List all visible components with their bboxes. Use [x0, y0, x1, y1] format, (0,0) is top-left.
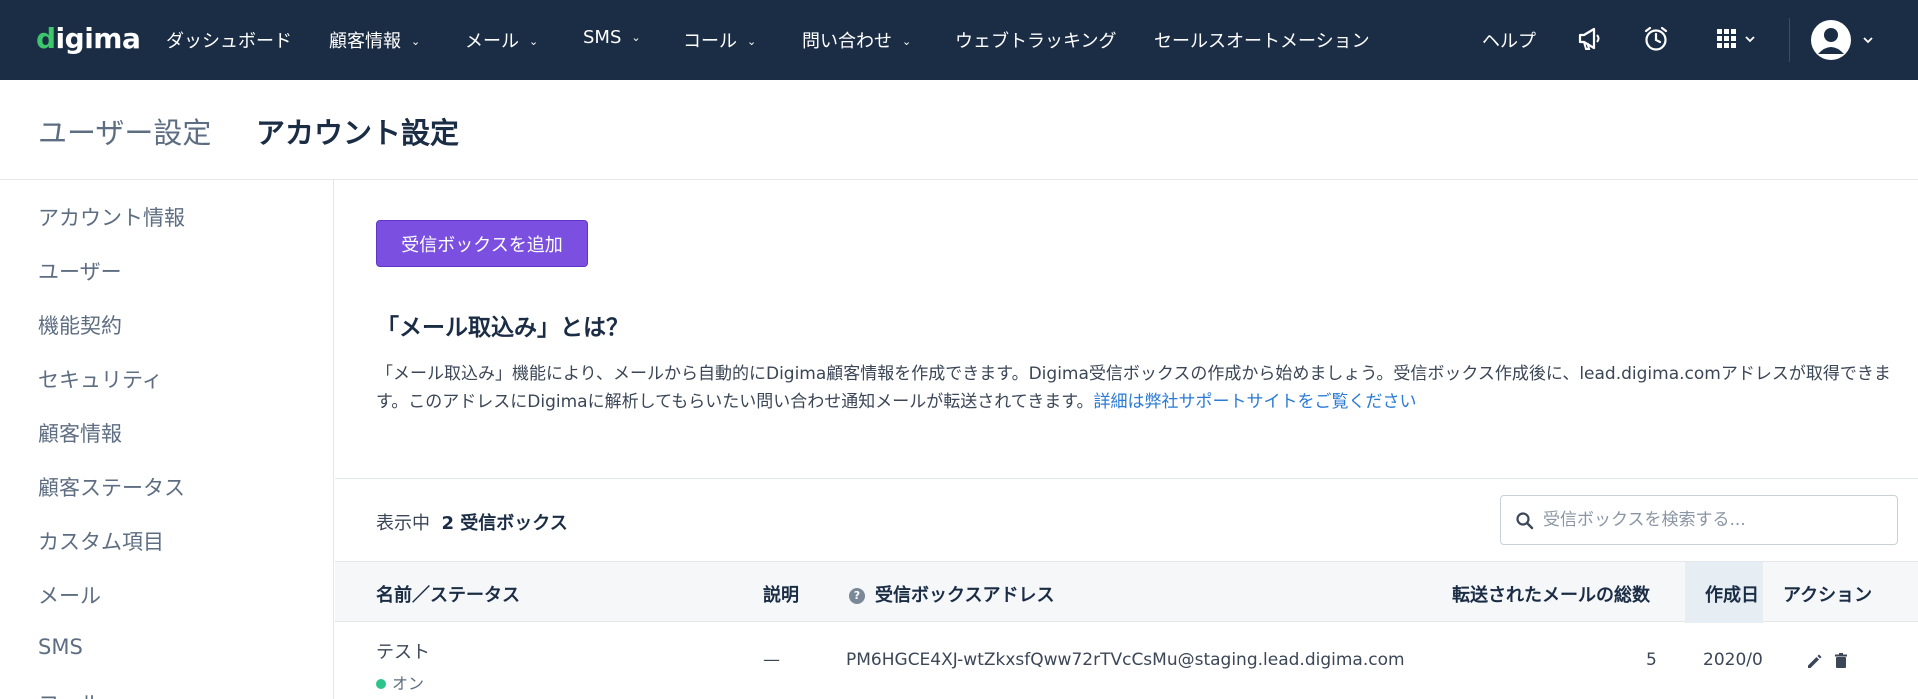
tab-account-settings[interactable]: アカウント設定: [256, 110, 459, 152]
sidebar-item-security[interactable]: セキュリティ: [38, 364, 163, 394]
megaphone-icon[interactable]: [1575, 24, 1605, 54]
inbox-list-section: 表示中 2 受信ボックス 名前／ステータス 説明 ? 受信ボックスアドレス 転送さ…: [335, 478, 1918, 699]
table-row[interactable]: テスト オン — PM6HGCE4XJ-wtZkxsfQww72rTVcCsMu…: [335, 622, 1918, 699]
sidebar-item-users[interactable]: ユーザー: [38, 256, 122, 286]
sidebar-item-custom-fields[interactable]: カスタム項目: [38, 526, 164, 556]
chevron-down-icon: ⌄: [902, 35, 912, 48]
col-inbox-address[interactable]: ? 受信ボックスアドレス: [849, 581, 1054, 607]
nav-customers[interactable]: 顧客情報 ⌄: [329, 27, 420, 53]
sidebar-item-customer-status[interactable]: 顧客ステータス: [38, 472, 185, 502]
main-content: 受信ボックスを追加 「メール取込み」とは？ 「メール取込み」機能により、メールか…: [335, 180, 1918, 699]
nav-sales-automation[interactable]: セールスオートメーション: [1154, 27, 1370, 53]
nav-sales-automation-label: セールスオートメーション: [1154, 31, 1370, 52]
count-prefix: 表示中: [376, 513, 430, 534]
col-forwarded-total[interactable]: 転送されたメールの総数: [1452, 581, 1650, 607]
sidebar-item-feature-contract[interactable]: 機能契約: [38, 310, 122, 340]
chevron-down-icon: ⌄: [631, 31, 641, 44]
nav-call[interactable]: コール ⌄: [683, 27, 756, 53]
page-header: ユーザー設定 アカウント設定: [0, 80, 1918, 180]
col-name-status[interactable]: 名前／ステータス: [376, 581, 520, 607]
inbox-description: —: [763, 650, 780, 670]
nav-dashboard[interactable]: ダッシュボード: [166, 27, 292, 53]
sidebar-item-sms[interactable]: SMS: [38, 635, 83, 659]
col-actions: アクション: [1783, 585, 1873, 606]
nav-mail[interactable]: メール ⌄: [465, 27, 538, 53]
status-on-dot: [376, 679, 386, 689]
digima-logo[interactable]: digima: [36, 22, 141, 55]
chevron-down-icon: ⌄: [747, 35, 757, 48]
nav-inquiries-label: 問い合わせ: [802, 31, 892, 52]
inbox-address: PM6HGCE4XJ-wtZkxsfQww72rTVcCsMu@staging.…: [846, 650, 1405, 670]
nav-dashboard-label: ダッシュボード: [166, 31, 292, 52]
sidebar-item-call[interactable]: コール: [38, 688, 101, 699]
status-badge: オン: [376, 670, 424, 694]
logo-text: igima: [55, 22, 141, 55]
created-date: 2020/0: [1703, 650, 1763, 670]
status-label: オン: [392, 674, 425, 693]
nav-help[interactable]: ヘルプ: [1482, 27, 1536, 53]
tab-user-settings[interactable]: ユーザー設定: [38, 110, 211, 152]
inbox-search-input[interactable]: [1543, 504, 1883, 536]
sidebar: アカウント情報 ユーザー 機能契約 セキュリティ 顧客情報 顧客ステータス カス…: [0, 180, 334, 699]
trash-icon[interactable]: [1831, 651, 1851, 671]
info-description: 「メール取込み」機能により、メールから自動的にDigima顧客情報を作成できます…: [376, 360, 1906, 416]
sidebar-item-account-info[interactable]: アカウント情報: [38, 202, 185, 232]
support-site-link[interactable]: 詳細は弊社サポートサイトをご覧ください: [1094, 392, 1417, 412]
add-inbox-button[interactable]: 受信ボックスを追加: [376, 220, 588, 267]
col-inbox-address-label: 受信ボックスアドレス: [875, 585, 1055, 606]
chevron-down-icon: ⌄: [529, 35, 539, 48]
col-description[interactable]: 説明: [763, 581, 799, 607]
count-value: 2 受信ボックス: [441, 513, 568, 534]
apps-grid-icon: [1717, 29, 1755, 48]
nav-sms[interactable]: SMS ⌄: [583, 27, 641, 48]
nav-divider: [1789, 18, 1790, 62]
logo-mark: d: [36, 22, 56, 55]
nav-call-label: コール: [683, 31, 737, 52]
edit-pencil-icon[interactable]: [1805, 651, 1825, 671]
alarm-clock-icon[interactable]: [1641, 24, 1671, 54]
info-title: 「メール取込み」とは？: [376, 315, 629, 341]
inbox-name[interactable]: テスト: [376, 638, 430, 664]
col-created-date[interactable]: 作成日: [1705, 581, 1761, 607]
inbox-count: 表示中 2 受信ボックス: [376, 509, 568, 535]
table-header: 名前／ステータス 説明 ? 受信ボックスアドレス 転送されたメールの総数 作成日 …: [335, 561, 1918, 623]
chevron-down-icon: ⌄: [411, 35, 421, 48]
nav-help-label: ヘルプ: [1482, 31, 1536, 52]
apps-menu-button[interactable]: [1713, 24, 1759, 54]
top-navbar: digima ダッシュボード 顧客情報 ⌄ メール ⌄ SMS ⌄ コール ⌄ 問い合わ…: [0, 0, 1918, 80]
nav-web-tracking[interactable]: ウェブトラッキング: [955, 27, 1116, 53]
nav-inquiries[interactable]: 問い合わせ ⌄: [802, 27, 911, 53]
nav-web-tracking-label: ウェブトラッキング: [955, 31, 1117, 52]
forwarded-count: 5: [1646, 650, 1657, 670]
nav-mail-label: メール: [465, 31, 519, 52]
user-menu-button[interactable]: [1810, 18, 1882, 62]
help-circle-icon[interactable]: ?: [849, 588, 865, 604]
sidebar-item-mail[interactable]: メール: [38, 580, 101, 610]
inbox-search: [1500, 495, 1898, 545]
nav-sms-label: SMS: [583, 27, 622, 48]
nav-customers-label: 顧客情報: [329, 31, 401, 52]
sidebar-item-customer-info[interactable]: 顧客情報: [38, 418, 122, 448]
search-icon: [1516, 512, 1534, 530]
